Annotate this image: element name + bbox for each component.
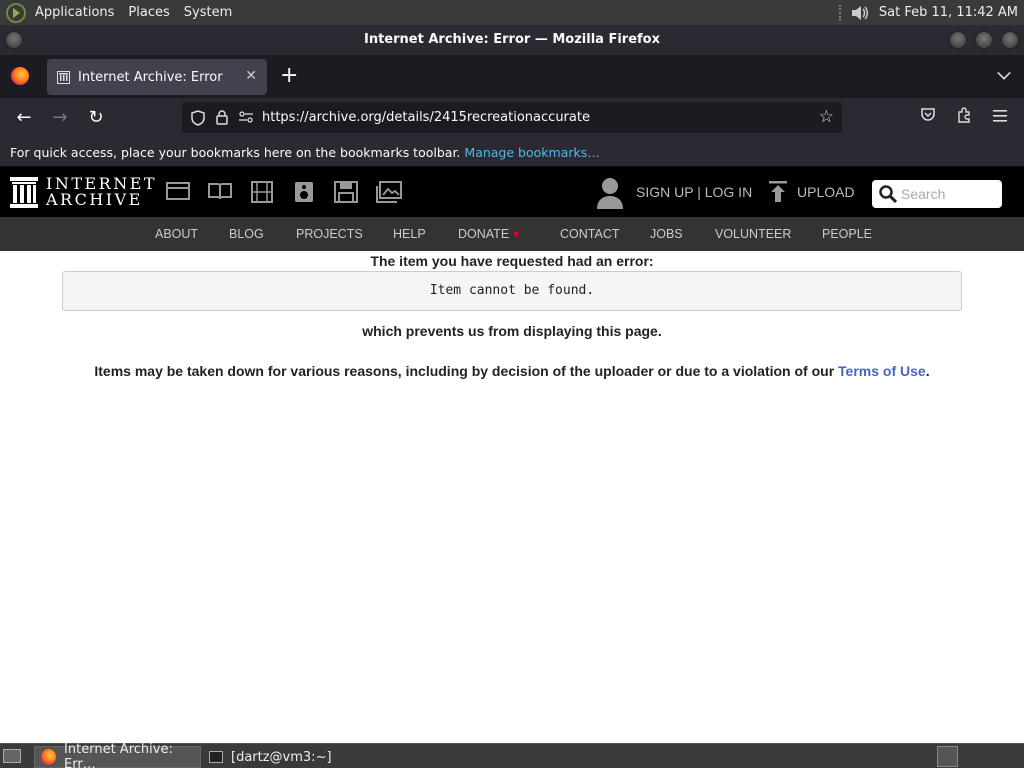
permissions-icon[interactable] [238, 110, 254, 126]
nav-donate-label: DONATE [458, 227, 510, 241]
navigation-toolbar: ← → ↻ ☆ [0, 98, 1024, 139]
workspace-switcher-icon[interactable] [937, 746, 958, 767]
nav-jobs[interactable]: JOBS [650, 227, 683, 241]
upload-icon[interactable] [767, 181, 789, 203]
bookmarks-toolbar: For quick access, place your bookmarks h… [0, 139, 1024, 167]
firefox-view-icon[interactable] [11, 67, 29, 85]
images-icon[interactable] [376, 181, 402, 203]
page-content: The item you have requested had an error… [0, 251, 1024, 743]
task-firefox[interactable]: Internet Archive: Err… [34, 742, 201, 768]
nav-donate[interactable]: DONATE ♥ [458, 227, 520, 241]
signup-login-link[interactable]: SIGN UP | LOG IN [636, 184, 752, 200]
bookmarks-message: For quick access, place your bookmarks h… [10, 145, 461, 160]
archive-favicon-icon [57, 70, 70, 84]
panel-clock[interactable]: Sat Feb 11, 11:42 AM [879, 5, 1024, 20]
lock-icon[interactable] [214, 109, 230, 126]
task-firefox-label: Internet Archive: Err… [64, 742, 173, 768]
nav-about[interactable]: ABOUT [155, 227, 198, 241]
search-icon[interactable] [879, 185, 898, 204]
minimize-button[interactable] [949, 31, 967, 49]
reason-end: . [925, 363, 930, 379]
nav-people[interactable]: PEOPLE [822, 227, 872, 241]
nav-contact[interactable]: CONTACT [560, 227, 620, 241]
ia-secondary-nav: ABOUT BLOG PROJECTS HELP DONATE ♥ CONTACT… [0, 217, 1024, 251]
ia-search-input[interactable] [901, 186, 996, 202]
distro-logo-icon[interactable] [6, 2, 26, 23]
upload-link[interactable]: UPLOAD [797, 184, 855, 200]
tab-label: Internet Archive: Error [78, 69, 223, 85]
pocket-icon[interactable] [917, 107, 939, 127]
archive-building-icon [10, 176, 38, 208]
video-film-icon[interactable] [250, 181, 274, 203]
reason-text: Items may be taken down for various reas… [94, 363, 835, 379]
web-icon[interactable] [166, 181, 190, 203]
nav-volunteer[interactable]: VOLUNTEER [715, 227, 791, 241]
error-reason: Items may be taken down for various reas… [0, 363, 1024, 379]
close-window-button[interactable] [1001, 31, 1019, 49]
volume-icon[interactable] [849, 3, 871, 23]
nav-projects[interactable]: PROJECTS [296, 227, 363, 241]
menu-system[interactable]: System [177, 0, 239, 25]
ia-logo-text: INTERNET ARCHIVE [46, 176, 157, 208]
error-message-box: Item cannot be found. [62, 271, 962, 311]
window-titlebar[interactable]: Internet Archive: Error — Mozilla Firefo… [0, 25, 1024, 55]
tab-internet-archive[interactable]: Internet Archive: Error ✕ [47, 59, 267, 95]
list-all-tabs-icon[interactable] [997, 66, 1011, 80]
logo-line-archive: ARCHIVE [46, 190, 143, 209]
app-menu-hamburger-icon[interactable] [989, 107, 1011, 126]
texts-book-icon[interactable] [208, 181, 232, 203]
bottom-taskbar: Internet Archive: Err… [dartz@vm3:~] [0, 742, 1024, 768]
window-menu-button[interactable] [5, 31, 23, 49]
tab-strip: Internet Archive: Error ✕ + [0, 55, 1024, 98]
nav-help[interactable]: HELP [393, 227, 426, 241]
task-terminal[interactable]: [dartz@vm3:~] [203, 746, 333, 768]
tab-close-icon[interactable]: ✕ [245, 68, 257, 84]
menu-places[interactable]: Places [121, 0, 176, 25]
ia-search-box[interactable] [872, 180, 1002, 208]
menu-applications[interactable]: Applications [28, 0, 121, 25]
audio-speaker-icon[interactable] [293, 181, 317, 203]
tracking-protection-shield-icon[interactable] [190, 109, 206, 126]
back-button[interactable]: ← [13, 108, 35, 128]
error-heading: The item you have requested had an error… [370, 253, 654, 269]
new-tab-button[interactable]: + [280, 63, 298, 89]
bookmark-star-icon[interactable]: ☆ [819, 107, 834, 127]
terminal-icon [209, 751, 223, 763]
ia-header: INTERNET ARCHIVE SIGN UP | LOG IN UPLOAD [0, 167, 1024, 217]
firefox-icon [41, 749, 57, 765]
heart-icon: ♥ [513, 229, 520, 241]
nav-blog[interactable]: BLOG [229, 227, 264, 241]
maximize-button[interactable] [975, 31, 993, 49]
user-avatar-icon[interactable] [596, 177, 624, 209]
ia-logo[interactable]: INTERNET ARCHIVE [10, 176, 157, 208]
top-panel: Applications Places System Sat Feb 11, 1… [0, 0, 1024, 25]
url-input[interactable] [262, 110, 792, 125]
show-desktop-icon[interactable] [3, 749, 21, 763]
error-subtext: which prevents us from displaying this p… [362, 323, 662, 339]
url-bar[interactable]: ☆ [182, 102, 842, 133]
manage-bookmarks-link[interactable]: Manage bookmarks… [464, 145, 599, 160]
forward-button[interactable]: → [49, 108, 71, 128]
window-title: Internet Archive: Error — Mozilla Firefo… [364, 32, 660, 47]
terms-of-use-link[interactable]: Terms of Use [838, 363, 926, 379]
software-floppy-icon[interactable] [334, 181, 358, 203]
reload-button[interactable]: ↻ [85, 108, 107, 128]
task-terminal-label: [dartz@vm3:~] [231, 749, 332, 765]
panel-separator [838, 4, 841, 21]
extensions-icon[interactable] [953, 107, 975, 127]
